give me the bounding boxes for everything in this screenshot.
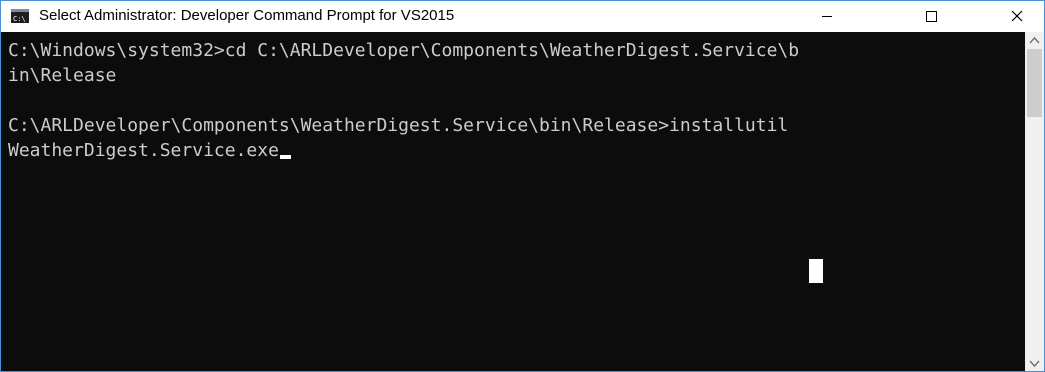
scroll-down-button[interactable] xyxy=(1025,355,1044,371)
scroll-thumb[interactable] xyxy=(1027,49,1042,117)
text-caret xyxy=(279,155,291,159)
chevron-up-icon xyxy=(1029,37,1040,44)
console-line: C:\ARLDeveloper\Components\WeatherDigest… xyxy=(8,115,789,136)
minimize-icon xyxy=(822,16,832,17)
maximize-button[interactable] xyxy=(908,1,954,31)
mouse-text-cursor xyxy=(809,259,823,283)
maximize-icon xyxy=(926,11,937,22)
console-line: C:\Windows\system32>cd C:\ARLDeveloper\C… xyxy=(8,40,800,61)
command-text: WeatherDigest.Service.exe xyxy=(8,140,279,161)
chevron-down-icon xyxy=(1029,360,1040,367)
svg-text:C:\: C:\ xyxy=(13,15,26,23)
close-icon xyxy=(1011,10,1023,22)
title-bar[interactable]: C:\ Select Administrator: Developer Comm… xyxy=(1,1,1044,31)
scroll-up-button[interactable] xyxy=(1025,32,1044,49)
console-line: in\Release xyxy=(8,65,117,86)
minimize-button[interactable] xyxy=(804,1,850,31)
console-text: C:\Windows\system32>cd C:\ARLDeveloper\C… xyxy=(8,38,799,163)
console-output[interactable]: C:\Windows\system32>cd C:\ARLDeveloper\C… xyxy=(1,32,1025,371)
close-button[interactable] xyxy=(994,1,1040,31)
cmd-icon: C:\ xyxy=(11,9,29,23)
console-window: C:\ Select Administrator: Developer Comm… xyxy=(0,0,1045,372)
console-line-last: WeatherDigest.Service.exe xyxy=(8,138,799,163)
vertical-scrollbar[interactable] xyxy=(1025,32,1044,371)
window-title: Select Administrator: Developer Command … xyxy=(39,7,455,24)
